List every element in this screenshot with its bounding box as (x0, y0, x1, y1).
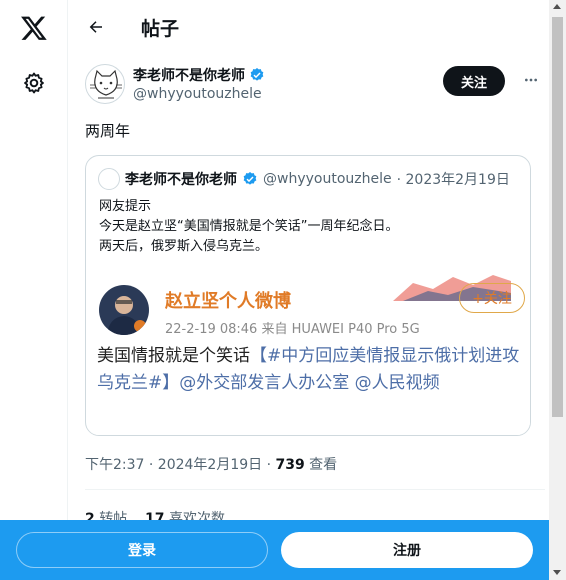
quote-body: 网友提示 今天是赵立坚“美国情报就是个笑话”一周年纪念日。 两天后，俄罗斯入侵乌… (99, 197, 398, 257)
weibo-name: 赵立坚个人微博 (165, 291, 291, 312)
more-button[interactable] (521, 70, 541, 90)
divider (85, 489, 545, 490)
tweet-text: 两周年 (85, 122, 131, 140)
author-handle[interactable]: @whyyoutouzhele (133, 86, 262, 102)
more-icon (525, 78, 537, 82)
quote-line: 今天是赵立坚“美国情报就是个笑话”一周年纪念日。 (99, 219, 399, 234)
quote-header: 李老师不是你老师 @whyyoutouzhele · 2023年2月19日 (98, 168, 510, 190)
quoted-tweet[interactable]: 李老师不是你老师 @whyyoutouzhele · 2023年2月19日 网友… (85, 155, 531, 436)
author-name-text: 李老师不是你老师 (133, 68, 245, 84)
scroll-down-arrow-icon[interactable] (553, 570, 561, 575)
quote-avatar (98, 168, 120, 190)
quote-author-name: 李老师不是你老师 (125, 172, 237, 188)
cat-avatar-icon (90, 69, 122, 99)
weibo-text: 美国情报就是个笑话【#中方回应美情报显示俄计划进攻乌克兰#】@外交部发言人办公室… (97, 343, 527, 397)
follow-button[interactable]: 关注 (443, 66, 505, 96)
author-name[interactable]: 李老师不是你老师 (133, 65, 265, 85)
author-row: 李老师不是你老师 @whyyoutouzhele 关注 (85, 64, 545, 108)
weibo-avatar (99, 285, 149, 335)
verified-badge-icon (250, 68, 264, 81)
quote-line: 两天后，俄罗斯入侵乌克兰。 (99, 239, 269, 254)
gear-icon[interactable] (22, 71, 46, 95)
weibo-text-plain: 美国情报就是个笑话 (97, 346, 250, 366)
weibo-screenshot-image: 赵立坚个人微博 +关注 22-2-19 08:46 来自 HUAWEI P40 … (87, 271, 530, 435)
login-button[interactable]: 登录 (16, 532, 268, 568)
scrollbar-thumb[interactable] (552, 17, 563, 417)
tweet-meta: 下午2:37 · 2024年2月19日 · 739 查看 (85, 454, 337, 474)
views-count: 739 (275, 457, 305, 473)
quote-line: 网友提示 (99, 199, 152, 214)
back-arrow-icon (89, 21, 102, 33)
views-label: 查看 (304, 457, 338, 473)
sidebar (0, 0, 68, 580)
weibo-follow: +关注 (459, 283, 525, 313)
main-column: 帖子 李老师不是你老师 @whyyoutouzhele 关注 两周年 李老师不是… (69, 0, 549, 580)
scrollbar[interactable] (549, 0, 566, 580)
verified-badge-icon (243, 172, 257, 185)
bottom-signup-bar: 登录 注册 (0, 520, 549, 580)
quote-handle: @whyyoutouzhele (263, 171, 392, 187)
avatar[interactable] (85, 64, 125, 104)
page-title: 帖子 (141, 17, 180, 40)
scroll-up-arrow-icon[interactable] (553, 4, 561, 9)
tweet-time[interactable]: 下午2:37 · 2024年2月19日 · (85, 457, 276, 473)
signup-button[interactable]: 注册 (281, 532, 533, 568)
back-button[interactable] (69, 0, 123, 54)
quote-date: · 2023年2月19日 (396, 172, 510, 188)
weibo-meta: 22-2-19 08:46 来自 HUAWEI P40 Pro 5G (165, 322, 420, 337)
top-bar: 帖子 (69, 0, 549, 54)
x-logo-icon[interactable] (20, 14, 48, 42)
